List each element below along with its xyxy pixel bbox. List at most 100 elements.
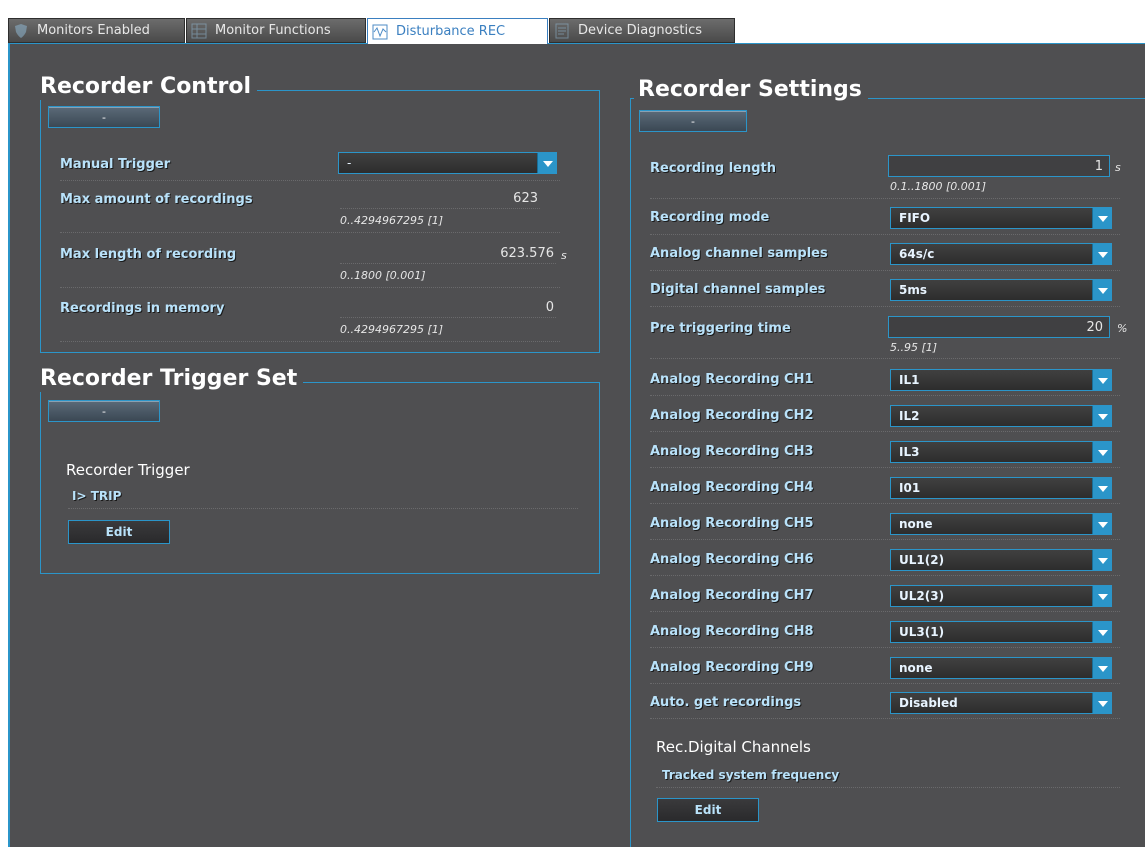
value-underline xyxy=(340,317,556,318)
pre-trigger-range: 5..95 [1] xyxy=(890,341,938,354)
channel-value: IL2 xyxy=(899,409,920,423)
chevron-down-icon[interactable] xyxy=(1092,478,1111,498)
grid-icon xyxy=(191,23,207,39)
channel-label: Analog Recording CH3 xyxy=(650,444,814,459)
channel-1-dropdown[interactable]: IL1 xyxy=(890,369,1112,391)
diagnostics-icon xyxy=(554,23,570,39)
recording-length-unit: s xyxy=(1115,161,1121,174)
tab-monitors-enabled[interactable]: Monitors Enabled xyxy=(8,18,185,43)
max-length-range: 0..1800 [0.001] xyxy=(340,269,426,282)
chevron-down-icon[interactable] xyxy=(1092,442,1111,462)
analog-samples-dropdown[interactable]: 64s/c xyxy=(890,243,1112,265)
row-divider xyxy=(656,787,1120,788)
channel-9-dropdown[interactable]: none xyxy=(890,657,1112,679)
recording-mode-value: FIFO xyxy=(899,211,931,225)
row-divider xyxy=(650,718,1120,719)
channel-8-dropdown[interactable]: UL3(1) xyxy=(890,621,1112,643)
channel-label: Analog Recording CH6 xyxy=(650,552,814,567)
chevron-down-icon[interactable] xyxy=(1092,208,1111,228)
channel-value: UL1(2) xyxy=(899,553,945,567)
recording-mode-dropdown[interactable]: FIFO xyxy=(890,207,1112,229)
disturbance-icon xyxy=(372,24,388,40)
recorder-trigger-heading: Recorder Trigger xyxy=(66,461,190,479)
row-divider xyxy=(650,234,1120,235)
workspace: Recorder Control - Manual Trigger - Max … xyxy=(8,44,1145,847)
channel-3-dropdown[interactable]: IL3 xyxy=(890,441,1112,463)
chevron-down-icon[interactable] xyxy=(1092,586,1111,606)
chevron-down-icon[interactable] xyxy=(1092,406,1111,426)
channel-label: Analog Recording CH4 xyxy=(650,480,814,495)
chevron-down-icon[interactable] xyxy=(1092,693,1111,713)
channel-label: Analog Recording CH9 xyxy=(650,660,814,675)
auto-get-label: Auto. get recordings xyxy=(650,695,802,710)
channel-value: UL3(1) xyxy=(899,625,945,639)
trigger-edit-button[interactable]: Edit xyxy=(68,520,170,544)
row-divider xyxy=(650,198,1120,199)
row-divider xyxy=(650,683,1120,684)
max-length-value: 623.576 xyxy=(500,246,554,261)
tab-label: Monitor Functions xyxy=(215,23,331,38)
channel-value: I01 xyxy=(899,481,921,495)
chevron-down-icon[interactable] xyxy=(1092,244,1111,264)
recorder-settings-collapse-button[interactable]: - xyxy=(639,110,747,132)
row-divider xyxy=(650,395,1120,396)
channel-2-dropdown[interactable]: IL2 xyxy=(890,405,1112,427)
trigger-item: I> TRIP xyxy=(72,489,122,503)
max-length-unit: s xyxy=(561,249,567,262)
channel-value: none xyxy=(899,661,933,675)
channel-4-dropdown[interactable]: I01 xyxy=(890,477,1112,499)
channel-value: IL3 xyxy=(899,445,920,459)
recordings-in-memory-value: 0 xyxy=(545,300,554,315)
chevron-down-icon[interactable] xyxy=(1092,514,1111,534)
chevron-down-icon[interactable] xyxy=(1092,658,1111,678)
trigger-set-collapse-button[interactable]: - xyxy=(48,400,160,422)
row-divider xyxy=(650,503,1120,504)
row-divider xyxy=(650,270,1120,271)
channel-7-dropdown[interactable]: UL2(3) xyxy=(890,585,1112,607)
auto-get-value: Disabled xyxy=(899,696,958,710)
channel-label: Analog Recording CH7 xyxy=(650,588,814,603)
row-divider xyxy=(60,232,560,233)
pre-trigger-value: 20 xyxy=(1086,320,1103,335)
row-divider xyxy=(650,539,1120,540)
tab-device-diagnostics[interactable]: Device Diagnostics xyxy=(549,18,735,43)
recording-length-label: Recording length xyxy=(650,161,777,176)
max-amount-value: 623 xyxy=(513,191,538,206)
pre-trigger-input[interactable]: 20 xyxy=(888,316,1110,338)
shield-icon xyxy=(13,23,29,39)
row-divider xyxy=(650,306,1120,307)
channel-label: Analog Recording CH1 xyxy=(650,372,814,387)
tab-disturbance-rec[interactable]: Disturbance REC xyxy=(367,18,548,44)
manual-trigger-label: Manual Trigger xyxy=(60,157,171,172)
value-underline xyxy=(340,208,540,209)
recorder-control-collapse-button[interactable]: - xyxy=(48,106,160,128)
channel-6-dropdown[interactable]: UL1(2) xyxy=(890,549,1112,571)
tab-monitor-functions[interactable]: Monitor Functions xyxy=(186,18,366,43)
chevron-down-icon[interactable] xyxy=(1092,550,1111,570)
row-divider xyxy=(650,431,1120,432)
max-amount-label: Max amount of recordings xyxy=(60,192,253,207)
manual-trigger-dropdown[interactable]: - xyxy=(338,152,557,174)
chevron-down-icon[interactable] xyxy=(537,153,556,173)
channel-value: none xyxy=(899,517,933,531)
row-divider xyxy=(60,341,560,342)
recorder-control-title: Recorder Control xyxy=(36,74,257,100)
digital-samples-value: 5ms xyxy=(899,283,927,297)
max-length-label: Max length of recording xyxy=(60,247,237,262)
channel-5-dropdown[interactable]: none xyxy=(890,513,1112,535)
digital-channels-edit-button[interactable]: Edit xyxy=(657,798,759,822)
channel-label: Analog Recording CH5 xyxy=(650,516,814,531)
channel-label: Analog Recording CH2 xyxy=(650,408,814,423)
recording-length-value: 1 xyxy=(1094,159,1103,174)
row-divider xyxy=(60,287,560,288)
tab-strip: Monitors Enabled Monitor Functions Distu… xyxy=(8,8,1145,45)
chevron-down-icon[interactable] xyxy=(1092,370,1111,390)
manual-trigger-value: - xyxy=(347,156,352,170)
recordings-in-memory-range: 0..4294967295 [1] xyxy=(340,323,444,336)
chevron-down-icon[interactable] xyxy=(1092,280,1111,300)
auto-get-dropdown[interactable]: Disabled xyxy=(890,692,1112,714)
digital-samples-dropdown[interactable]: 5ms xyxy=(890,279,1112,301)
channel-value: UL2(3) xyxy=(899,589,945,603)
chevron-down-icon[interactable] xyxy=(1092,622,1111,642)
recording-length-input[interactable]: 1 xyxy=(888,155,1110,177)
